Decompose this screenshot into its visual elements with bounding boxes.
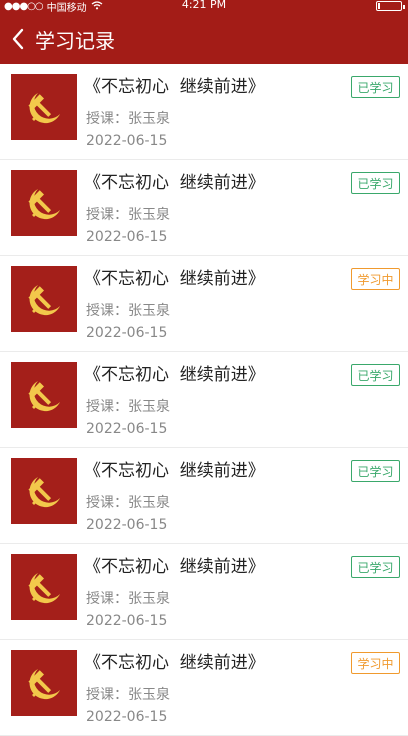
- status-time: 4:21 PM: [181, 0, 227, 11]
- status-badge: 学习中: [351, 652, 400, 674]
- course-date: 2022-06-15: [86, 517, 168, 533]
- course-date: 2022-06-15: [86, 709, 168, 725]
- course-teacher: 授课：张玉泉: [86, 303, 170, 319]
- record-item[interactable]: 《不忘初心 继续前进》 授课：张玉泉 2022-06-15 已学习: [0, 448, 408, 544]
- record-item[interactable]: 《不忘初心 继续前进》 授课：张玉泉 2022-06-15 已学习: [0, 160, 408, 256]
- record-item[interactable]: 《不忘初心 继续前进》 授课：张玉泉 2022-06-15 学习中: [0, 256, 408, 352]
- course-title: 《不忘初心 继续前进》: [84, 557, 265, 577]
- course-thumbnail: [11, 650, 77, 716]
- course-teacher: 授课：张玉泉: [86, 207, 170, 223]
- course-teacher: 授课：张玉泉: [86, 111, 170, 127]
- course-date: 2022-06-15: [86, 421, 168, 437]
- course-title: 《不忘初心 继续前进》: [84, 653, 265, 673]
- hammer-sickle-icon: [28, 477, 60, 508]
- course-thumbnail: [11, 362, 77, 428]
- page-title: 学习记录: [35, 28, 115, 53]
- status-badge: 已学习: [351, 364, 400, 386]
- record-item[interactable]: 《不忘初心 继续前进》 授课：张玉泉 2022-06-15 学习中: [0, 640, 408, 736]
- course-title: 《不忘初心 继续前进》: [84, 365, 265, 385]
- course-date: 2022-06-15: [86, 133, 168, 149]
- battery-tip: [403, 5, 405, 9]
- record-list: 《不忘初心 继续前进》 授课：张玉泉 2022-06-15 已学习 《不忘初心 …: [0, 64, 408, 736]
- battery-level: [378, 3, 380, 9]
- course-teacher: 授课：张玉泉: [86, 591, 170, 607]
- record-item[interactable]: 《不忘初心 继续前进》 授课：张玉泉 2022-06-15 已学习: [0, 352, 408, 448]
- course-thumbnail: [11, 266, 77, 332]
- course-title: 《不忘初心 继续前进》: [84, 269, 265, 289]
- nav-bar: 学习记录: [0, 14, 408, 64]
- back-arrow-icon[interactable]: [3, 14, 33, 64]
- status-badge: 已学习: [351, 172, 400, 194]
- hammer-sickle-icon: [28, 189, 60, 220]
- course-title: 《不忘初心 继续前进》: [84, 77, 265, 97]
- course-teacher: 授课：张玉泉: [86, 399, 170, 415]
- hammer-sickle-icon: [28, 669, 60, 700]
- hammer-sickle-icon: [28, 285, 60, 316]
- course-date: 2022-06-15: [86, 613, 168, 629]
- course-date: 2022-06-15: [86, 325, 168, 341]
- course-title: 《不忘初心 继续前进》: [84, 173, 265, 193]
- course-title: 《不忘初心 继续前进》: [84, 461, 265, 481]
- course-thumbnail: [11, 74, 77, 140]
- course-teacher: 授课：张玉泉: [86, 495, 170, 511]
- record-item[interactable]: 《不忘初心 继续前进》 授课：张玉泉 2022-06-15 已学习: [0, 544, 408, 640]
- course-teacher: 授课：张玉泉: [86, 687, 170, 703]
- course-thumbnail: [11, 170, 77, 236]
- course-date: 2022-06-15: [86, 229, 168, 245]
- status-badge: 已学习: [351, 556, 400, 578]
- course-thumbnail: [11, 554, 77, 620]
- status-badge: 学习中: [351, 268, 400, 290]
- status-badge: 已学习: [351, 76, 400, 98]
- course-thumbnail: [11, 458, 77, 524]
- hammer-sickle-icon: [28, 573, 60, 604]
- status-badge: 已学习: [351, 460, 400, 482]
- battery-icon: [376, 1, 405, 11]
- record-item[interactable]: 《不忘初心 继续前进》 授课：张玉泉 2022-06-15 已学习: [0, 64, 408, 160]
- hammer-sickle-icon: [28, 93, 60, 124]
- status-bar: ●●●○○ 中国移动 4:21 PM: [0, 0, 408, 14]
- hammer-sickle-icon: [28, 381, 60, 412]
